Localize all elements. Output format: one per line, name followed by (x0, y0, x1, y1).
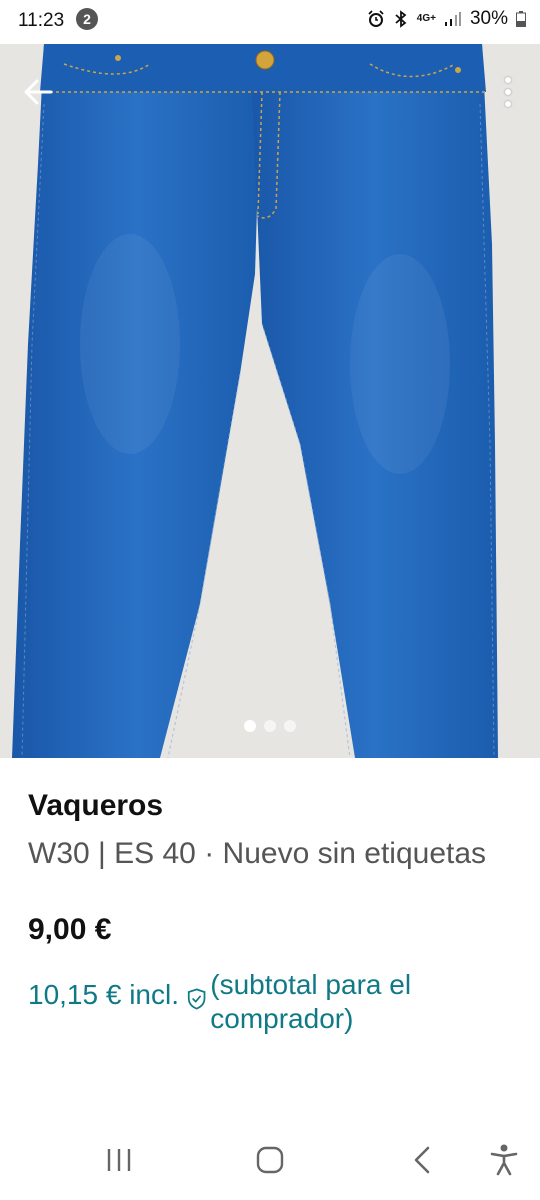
accessibility-button[interactable] (484, 1140, 524, 1180)
more-vertical-icon (505, 77, 511, 83)
signal-icon (444, 12, 461, 26)
battery-icon (516, 11, 526, 27)
product-image-carousel[interactable] (0, 44, 540, 758)
nav-back-button[interactable] (402, 1140, 442, 1180)
back-button[interactable] (18, 72, 58, 112)
shield-check-icon (187, 988, 206, 1010)
recent-apps-button[interactable] (99, 1140, 139, 1180)
bluetooth-icon (395, 10, 407, 28)
more-options-button[interactable] (498, 72, 518, 112)
carousel-dot[interactable] (244, 720, 256, 732)
network-type: 4G+ (416, 13, 436, 24)
home-button[interactable] (250, 1140, 290, 1180)
subtotal-note: (subtotal para el comprador) (210, 969, 412, 1034)
carousel-indicator (0, 720, 540, 732)
system-navigation-bar (0, 1120, 540, 1200)
price-incl: 10,15 € incl. (28, 979, 179, 1010)
listing-info: Vaqueros W30 | ES 40 · Nuevo sin etiquet… (28, 786, 518, 1036)
back-arrow-icon (24, 79, 53, 105)
listing-price: 9,00 € (28, 913, 112, 946)
product-photo-jeans (0, 44, 540, 758)
carousel-dot[interactable] (264, 720, 276, 732)
buyer-protection-row[interactable]: 10,15 € incl. (subtotal para el comprado… (28, 968, 518, 1036)
carousel-dot[interactable] (284, 720, 296, 732)
battery-percent: 30% (469, 8, 508, 29)
listing-title: Vaqueros (28, 789, 164, 822)
alarm-icon (368, 10, 384, 27)
listing-subtitle: W30 | ES 40 · Nuevo sin etiquetas (28, 837, 487, 870)
status-icons: 4G+ 30% (367, 8, 526, 30)
home-icon (256, 1146, 284, 1174)
status-bar: 11:23 2 4G+ 30% (0, 0, 540, 44)
recent-apps-icon (107, 1149, 131, 1171)
nav-back-icon (414, 1146, 430, 1174)
accessibility-icon (490, 1144, 518, 1176)
notification-count-badge: 2 (76, 8, 98, 30)
status-time: 11:23 (18, 10, 65, 31)
